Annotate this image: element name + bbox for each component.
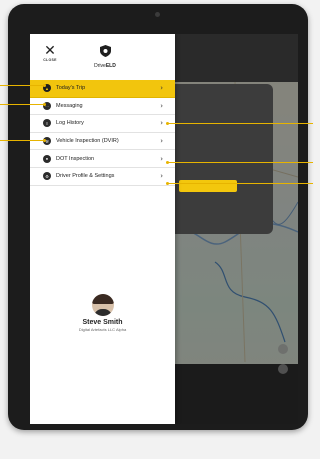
menu-item-dot-inspection[interactable]: ● DOT Inspection › bbox=[30, 150, 175, 168]
chevron-right-icon: › bbox=[160, 172, 163, 181]
badge-icon: ● bbox=[43, 154, 51, 163]
close-icon: ✕ bbox=[44, 43, 56, 59]
menu-item-label: Log History bbox=[56, 120, 84, 127]
callout-dot bbox=[166, 122, 169, 125]
menu-item-log-history[interactable]: ≡ Log History › bbox=[30, 115, 175, 133]
callout-line-messaging bbox=[0, 104, 44, 105]
callout-dot bbox=[166, 161, 169, 164]
callout-line-driver-profile bbox=[168, 183, 313, 184]
background-dialog-card bbox=[175, 84, 273, 234]
navigation-drawer: ✕ CLOSE DriveELD ▲ Today's Trip › … Mess… bbox=[30, 34, 175, 424]
callout-line-dot-inspection bbox=[168, 162, 313, 163]
logo-shield-icon bbox=[99, 45, 111, 57]
driver-company: Digital Artefacts LLC Alpha bbox=[78, 327, 127, 332]
chevron-right-icon: › bbox=[160, 101, 163, 110]
callout-dot bbox=[43, 139, 46, 142]
app-logo: DriveELD bbox=[90, 44, 120, 69]
chevron-right-icon: › bbox=[160, 84, 163, 93]
tablet-screen: ✕ CLOSE DriveELD ▲ Today's Trip › … Mess… bbox=[30, 34, 298, 424]
map-control-icon bbox=[278, 364, 288, 374]
callout-dot bbox=[43, 103, 46, 106]
menu-item-label: DOT Inspection bbox=[56, 155, 95, 162]
menu-item-messaging[interactable]: … Messaging › bbox=[30, 98, 175, 116]
callout-line-todays-trip bbox=[0, 85, 44, 86]
tablet-frame: ✕ CLOSE DriveELD ▲ Today's Trip › … Mess… bbox=[8, 4, 308, 430]
chevron-right-icon: › bbox=[160, 154, 163, 163]
close-label: CLOSE bbox=[43, 58, 57, 62]
menu-item-label: Today's Trip bbox=[56, 85, 86, 92]
menu-item-driver-profile-settings[interactable]: ⚙ Driver Profile & Settings › bbox=[30, 168, 175, 186]
menu-item-todays-trip[interactable]: ▲ Today's Trip › bbox=[30, 80, 175, 98]
map-control-icon bbox=[278, 344, 288, 354]
chevron-right-icon: › bbox=[160, 137, 163, 146]
gear-icon: ⚙ bbox=[43, 172, 51, 181]
menu-item-label: Driver Profile & Settings bbox=[56, 173, 115, 180]
callout-dot bbox=[166, 182, 169, 185]
drawer-menu: ▲ Today's Trip › … Messaging › ≡ Log His… bbox=[30, 80, 175, 186]
log-icon: ≡ bbox=[43, 119, 51, 128]
camera-dot bbox=[155, 12, 160, 17]
callout-line-log-history bbox=[168, 123, 313, 124]
callout-dot bbox=[43, 84, 46, 87]
avatar bbox=[91, 294, 114, 316]
menu-item-vehicle-inspection[interactable]: ⚒ Vehicle Inspection (DVIR) › bbox=[30, 133, 175, 151]
driver-name: Steve Smith bbox=[82, 319, 123, 326]
driver-profile[interactable]: Steve Smith Digital Artefacts LLC Alpha bbox=[30, 294, 175, 332]
close-button[interactable]: ✕ CLOSE bbox=[40, 44, 60, 62]
logo-text: DriveELD bbox=[94, 63, 116, 69]
menu-item-label: Messaging bbox=[56, 102, 83, 109]
menu-item-label: Vehicle Inspection (DVIR) bbox=[56, 138, 119, 145]
callout-line-vehicle-inspection bbox=[0, 140, 44, 141]
chevron-right-icon: › bbox=[160, 119, 163, 128]
card-yellow-button bbox=[179, 180, 237, 192]
